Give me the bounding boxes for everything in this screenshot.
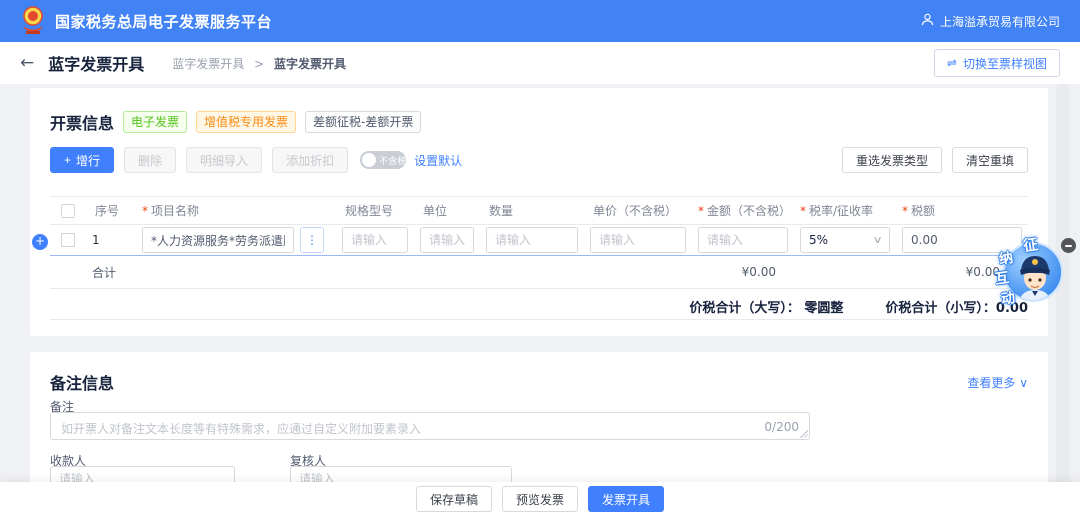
column-header-tax-rate: *税率/征收率 bbox=[794, 202, 896, 219]
insert-row-button[interactable]: + bbox=[32, 234, 48, 250]
tax-rate-select[interactable]: 5% ∨ bbox=[800, 227, 890, 253]
table-header-row: 序号 *项目名称 规格型号 单位 数量 单价（不含税） *金额（不含税） *税率… bbox=[50, 196, 1028, 225]
breadcrumb-current: 蓝字发票开具 bbox=[274, 57, 346, 71]
save-draft-button[interactable]: 保存草稿 bbox=[416, 486, 492, 512]
minimize-widget-button[interactable] bbox=[1061, 238, 1076, 253]
breadcrumb-separator: > bbox=[254, 57, 264, 71]
detail-import-button[interactable]: 明细导入 bbox=[186, 147, 262, 173]
invoice-info-title: 开票信息 bbox=[50, 110, 114, 134]
tax-emblem-logo bbox=[20, 5, 46, 38]
widget-char-zheng: 征 bbox=[1022, 233, 1040, 256]
column-header-tax-amount: *税额 bbox=[896, 202, 1028, 219]
blue-invoice-issuing-page: 国家税务总局电子发票服务平台 上海溢承贸易有限公司 ← 蓝字发票开具 蓝字发票开… bbox=[0, 0, 1080, 516]
switch-to-ticket-view-button[interactable]: ⇌ 切换至票样视图 bbox=[934, 49, 1060, 77]
chevron-down-icon: ∨ bbox=[872, 235, 882, 246]
column-header-quantity: 数量 bbox=[480, 202, 584, 219]
column-header-item-name: *项目名称 bbox=[136, 202, 336, 219]
item-name-input[interactable] bbox=[142, 227, 294, 253]
table-row: 1 ⋮ 5% ∨ bbox=[50, 225, 1028, 256]
totals-row: 合计 ¥0.00 ¥0.00 bbox=[50, 256, 1028, 289]
char-counter: 0/200 bbox=[764, 420, 799, 434]
column-header-amount: *金额（不含税） bbox=[692, 202, 794, 219]
clear-refill-button[interactable]: 清空重填 bbox=[952, 147, 1028, 173]
tag-differential-taxation: 差额征税-差额开票 bbox=[305, 111, 421, 133]
set-default-link[interactable]: 设置默认 bbox=[414, 152, 462, 169]
tag-vat-special-invoice: 增值税专用发票 bbox=[196, 111, 296, 133]
column-header-unit-price: 单价（不含税） bbox=[584, 202, 692, 219]
total-amount: ¥0.00 bbox=[742, 265, 776, 279]
remarks-title: 备注信息 bbox=[50, 370, 114, 394]
widget-char-dong: 动 bbox=[1000, 287, 1017, 309]
invoice-info-card: 开票信息 电子发票 增值税专用发票 差额征税-差额开票 + 增行 删除 明细导入… bbox=[30, 88, 1048, 336]
total-in-words: 价税合计（大写）： 零圆整 bbox=[689, 297, 843, 316]
platform-title: 国家税务总局电子发票服务平台 bbox=[55, 11, 272, 32]
resize-handle[interactable] bbox=[799, 429, 808, 438]
select-all-checkbox[interactable] bbox=[61, 204, 75, 218]
widget-char-na: 纳 bbox=[998, 247, 1015, 269]
back-button[interactable]: ← bbox=[20, 55, 34, 72]
user-icon bbox=[921, 13, 934, 29]
unit-price-input[interactable] bbox=[590, 227, 686, 253]
reselect-invoice-type-button[interactable]: 重选发票类型 bbox=[842, 147, 942, 173]
row-checkbox[interactable] bbox=[61, 233, 75, 247]
unit-input[interactable] bbox=[420, 227, 474, 253]
account-entry[interactable]: 上海溢承贸易有限公司 bbox=[921, 13, 1060, 30]
grand-total-row: 价税合计（大写）： 零圆整 价税合计（小写）：0.00 bbox=[50, 293, 1028, 319]
table-toolbar: + 增行 删除 明细导入 添加折扣 不含税 设置默认 重选发票类型 清空重填 bbox=[50, 146, 1028, 174]
column-header-index: 序号 bbox=[86, 202, 136, 219]
total-label: 合计 bbox=[92, 264, 116, 281]
row-index: 1 bbox=[86, 233, 136, 247]
remark-textarea-wrapper: 0/200 bbox=[50, 412, 810, 440]
action-footer: 保存草稿 预览发票 发票开具 bbox=[0, 482, 1080, 516]
company-name: 上海溢承贸易有限公司 bbox=[940, 13, 1060, 30]
tax-included-toggle[interactable]: 不含税 bbox=[360, 151, 406, 169]
plus-icon: + bbox=[64, 153, 71, 167]
column-header-spec: 规格型号 bbox=[336, 202, 414, 219]
quantity-input[interactable] bbox=[486, 227, 578, 253]
add-row-button[interactable]: + 增行 bbox=[50, 147, 114, 173]
card-divider bbox=[50, 319, 1028, 320]
swap-icon: ⇌ bbox=[947, 56, 957, 70]
app-header: 国家税务总局电子发票服务平台 上海溢承贸易有限公司 bbox=[0, 0, 1080, 42]
column-header-unit: 单位 bbox=[414, 202, 480, 219]
breadcrumb-parent[interactable]: 蓝字发票开具 bbox=[172, 57, 244, 71]
tag-electronic-invoice: 电子发票 bbox=[123, 111, 187, 133]
toggle-knob bbox=[362, 153, 376, 167]
delete-button[interactable]: 删除 bbox=[124, 147, 176, 173]
item-options-button[interactable]: ⋮ bbox=[300, 227, 324, 253]
invoice-items-table: + 序号 *项目名称 规格型号 单位 数量 单价（不含税） *金额（不含税） *… bbox=[50, 196, 1028, 289]
widget-char-hu: 互 bbox=[994, 267, 1011, 289]
issue-invoice-button[interactable]: 发票开具 bbox=[588, 486, 664, 512]
preview-invoice-button[interactable]: 预览发票 bbox=[502, 486, 578, 512]
amount-input[interactable] bbox=[698, 227, 788, 253]
breadcrumb: 蓝字发票开具 > 蓝字发票开具 bbox=[172, 55, 346, 72]
view-more-link[interactable]: 查看更多 ∨ bbox=[967, 374, 1028, 391]
page-title: 蓝字发票开具 bbox=[48, 51, 144, 75]
spec-input[interactable] bbox=[342, 227, 408, 253]
page-subheader: ← 蓝字发票开具 蓝字发票开具 > 蓝字发票开具 ⇌ 切换至票样视图 bbox=[0, 42, 1080, 84]
remark-textarea[interactable] bbox=[51, 413, 809, 439]
add-discount-button[interactable]: 添加折扣 bbox=[272, 147, 348, 173]
